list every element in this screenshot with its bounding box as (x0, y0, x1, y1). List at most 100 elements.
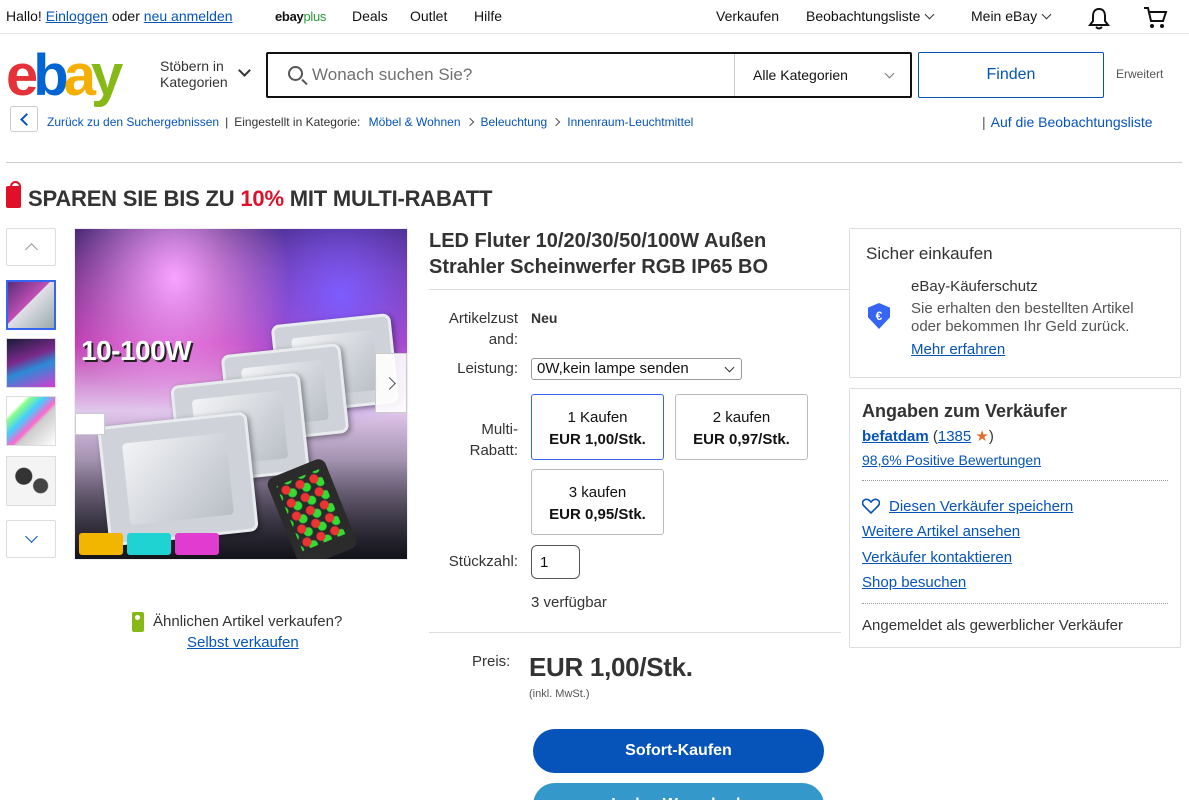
image-next-button[interactable] (375, 353, 407, 413)
thumbnail-scroll-down-button[interactable] (6, 520, 56, 558)
save-seller-link[interactable]: Diesen Verkäufer speichern (889, 498, 1073, 515)
thumbnail-scroll-up-button[interactable] (6, 228, 56, 266)
sell-link[interactable]: Verkaufen (716, 8, 779, 24)
more-items-link[interactable]: Weitere Artikel ansehen (862, 523, 1020, 540)
promo-percent: 10% (240, 186, 284, 211)
contact-seller-link[interactable]: Verkäufer kontaktieren (862, 549, 1012, 566)
protection-heading: Sicher einkaufen (866, 244, 993, 263)
quantity-label: Stückzahl: (448, 553, 518, 570)
ebay-logo[interactable]: ebay (6, 43, 123, 108)
advanced-search-link[interactable]: Erweitert (1116, 67, 1163, 81)
back-to-results-link[interactable]: Zurück zu den Suchergebnissen (47, 115, 219, 129)
watchlist-menu[interactable]: Beobachtungsliste (806, 8, 935, 24)
search-icon (288, 66, 303, 81)
tier-qty: 1 Kaufen (567, 409, 628, 426)
breadcrumb-item-indoor-bulbs[interactable]: Innenraum-Leuchtmittel (567, 115, 693, 129)
chevron-down-icon[interactable] (238, 64, 251, 77)
add-to-watchlist-link[interactable]: | Auf die Beobachtungsliste (982, 114, 1153, 130)
tier-qty: 2 kaufen (712, 409, 771, 426)
tier-qty: 3 kaufen (568, 484, 627, 501)
feedback-score-link[interactable]: 1385 (938, 428, 971, 445)
tier-price: EUR 0,95/Stk. (549, 506, 646, 523)
my-ebay-menu[interactable]: Mein eBay (971, 8, 1052, 24)
seller-info: befatdam (1385 ★) (862, 427, 994, 445)
condition-label-line: Artikelzust (448, 310, 518, 327)
ebay-plus-plus: plus (303, 9, 327, 24)
positive-feedback-link[interactable]: 98,6% Positive Bewertungen (862, 452, 1041, 468)
multi-label-line: Multi- (481, 421, 518, 438)
seller-heading: Angaben zum Verkäufer (862, 401, 1068, 421)
image-wattage-text: 10-100W (81, 335, 192, 366)
outlet-link[interactable]: Outlet (410, 8, 447, 24)
multi-label-line: Rabatt: (469, 442, 518, 459)
thumbnail-image[interactable] (6, 280, 56, 330)
color-swatch (175, 533, 219, 555)
separator: | (982, 114, 986, 130)
breadcrumb-item-furniture[interactable]: Möbel & Wohnen (369, 115, 461, 129)
divider (6, 162, 1182, 163)
thumbnail-image[interactable] (6, 338, 56, 388)
main-product-image[interactable]: 10-100W (74, 228, 408, 560)
item-title: LED Fluter 10/20/30/50/100W Außen Strahl… (429, 230, 769, 278)
ebay-plus-ebay: ebay (275, 9, 304, 24)
my-ebay-label: Mein eBay (971, 8, 1038, 24)
image-prev-button[interactable] (75, 413, 105, 435)
greeting: Hallo! Einloggen oder neu anmelden (6, 8, 233, 24)
browse-categories-button[interactable]: Stöbern in Kategorien (160, 58, 228, 90)
sell-yourself-link[interactable]: Selbst verkaufen (187, 634, 299, 651)
listed-in-label: Eingestellt in Kategorie: (234, 115, 361, 129)
condition-label-line: and: (488, 331, 518, 348)
find-button[interactable]: Finden (918, 52, 1104, 98)
multi-discount-banner: SPAREN SIE BIS ZU 10% MIT MULTI-RABATT (28, 186, 492, 212)
top-bar: Hallo! Einloggen oder neu anmelden ebayp… (0, 0, 1189, 34)
back-button[interactable] (10, 106, 38, 132)
multi-discount-label: Multi- Rabatt: (432, 419, 518, 461)
seller-name-link[interactable]: befatdam (862, 428, 929, 445)
condition-value: Neu (531, 310, 558, 326)
tier-price: EUR 1,00/Stk. (549, 431, 646, 448)
chevron-right-icon (465, 117, 474, 127)
discount-tier-2[interactable]: 2 kaufen EUR 0,97/Stk. (675, 394, 808, 460)
deals-link[interactable]: Deals (352, 8, 388, 24)
lamp-graphic (97, 411, 259, 547)
register-link[interactable]: neu anmelden (144, 8, 233, 24)
separator: | (225, 115, 229, 129)
greeting-text: Hallo! (6, 8, 42, 24)
price-value: EUR 1,00/Stk. (529, 652, 693, 682)
add-to-watchlist-label: Auf die Beobachtungsliste (990, 114, 1153, 130)
add-to-cart-button[interactable]: In den Warenkorb (533, 783, 824, 800)
chevron-down-icon (1041, 9, 1052, 20)
chevron-right-icon (551, 117, 561, 127)
promo-suffix: MIT MULTI-RABATT (289, 186, 493, 211)
watchlist-label: Beobachtungsliste (806, 8, 921, 24)
logo-letter: y (90, 43, 123, 108)
search-input[interactable] (312, 58, 722, 92)
paren-close: ) (988, 428, 994, 445)
heart-icon[interactable] (862, 498, 880, 514)
thumbnail-image[interactable] (6, 456, 56, 506)
browse-line-2: Kategorien (160, 74, 228, 90)
buy-now-button[interactable]: Sofort-Kaufen (533, 729, 824, 773)
help-link[interactable]: Hilfe (474, 8, 502, 24)
tag-icon (6, 181, 21, 208)
quantity-input[interactable] (531, 545, 580, 579)
vat-note: (inkl. MwSt.) (529, 688, 590, 700)
logo-letter: b (33, 43, 69, 108)
breadcrumb-item-lighting[interactable]: Beleuchtung (481, 115, 548, 129)
visit-shop-link[interactable]: Shop besuchen (862, 574, 966, 591)
color-swatch (127, 533, 171, 555)
discount-tier-1[interactable]: 1 Kaufen EUR 1,00/Stk. (531, 394, 664, 460)
browse-line-1: Stöbern in (160, 58, 224, 74)
or-text: oder (111, 8, 140, 24)
ebay-plus-link[interactable]: ebayplus (275, 9, 326, 24)
category-select[interactable]: Alle Kategorien (734, 54, 910, 96)
availability-text: 3 verfügbar (531, 594, 607, 611)
thumbnail-image[interactable] (6, 396, 56, 446)
bell-icon[interactable] (1088, 6, 1110, 30)
star-icon: ★ (975, 428, 989, 445)
discount-tier-3[interactable]: 3 kaufen EUR 0,95/Stk. (531, 469, 664, 535)
learn-more-link[interactable]: Mehr erfahren (911, 341, 1005, 358)
power-select[interactable]: 0W,kein lampe senden (531, 358, 742, 380)
cart-icon[interactable] (1142, 5, 1168, 31)
login-link[interactable]: Einloggen (46, 8, 108, 24)
